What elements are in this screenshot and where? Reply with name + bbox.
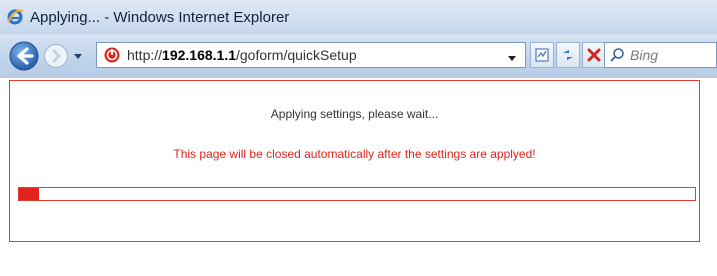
auto-close-notice: This page will be closed automatically a… — [173, 147, 536, 161]
history-dropdown-icon[interactable] — [73, 48, 83, 59]
refresh-icon — [563, 50, 573, 60]
applying-settings-panel: Applying settings, please wait... This p… — [9, 80, 700, 242]
search-box[interactable]: Bing — [604, 42, 717, 68]
applying-message: Applying settings, please wait... — [270, 107, 439, 121]
search-placeholder: Bing — [630, 47, 659, 63]
forward-button[interactable] — [43, 43, 69, 69]
search-icon — [610, 48, 624, 62]
url-text[interactable]: http://192.168.1.1/goform/quickSetup — [127, 47, 357, 63]
navigation-bar: http://192.168.1.1/goform/quickSetup Bin… — [0, 34, 717, 78]
url-path: /goform/quickSetup — [236, 47, 357, 63]
progress-bar — [18, 187, 696, 201]
title-bar: Applying... - Windows Internet Explorer — [0, 0, 717, 34]
stop-button[interactable] — [582, 42, 606, 68]
window-title: Applying... - Windows Internet Explorer — [30, 8, 290, 26]
address-dropdown-icon[interactable] — [507, 50, 517, 61]
close-icon — [587, 48, 601, 62]
address-bar[interactable]: http://192.168.1.1/goform/quickSetup — [96, 42, 526, 68]
refresh-button[interactable] — [556, 42, 580, 68]
back-button[interactable] — [8, 40, 40, 72]
compatibility-view-button[interactable] — [530, 42, 554, 68]
internet-explorer-icon — [5, 7, 25, 27]
compatibility-view-icon — [535, 48, 549, 62]
progress-fill — [19, 188, 40, 200]
url-host: 192.168.1.1 — [162, 47, 236, 63]
url-prefix: http:// — [127, 47, 163, 63]
site-info-icon — [103, 46, 121, 64]
